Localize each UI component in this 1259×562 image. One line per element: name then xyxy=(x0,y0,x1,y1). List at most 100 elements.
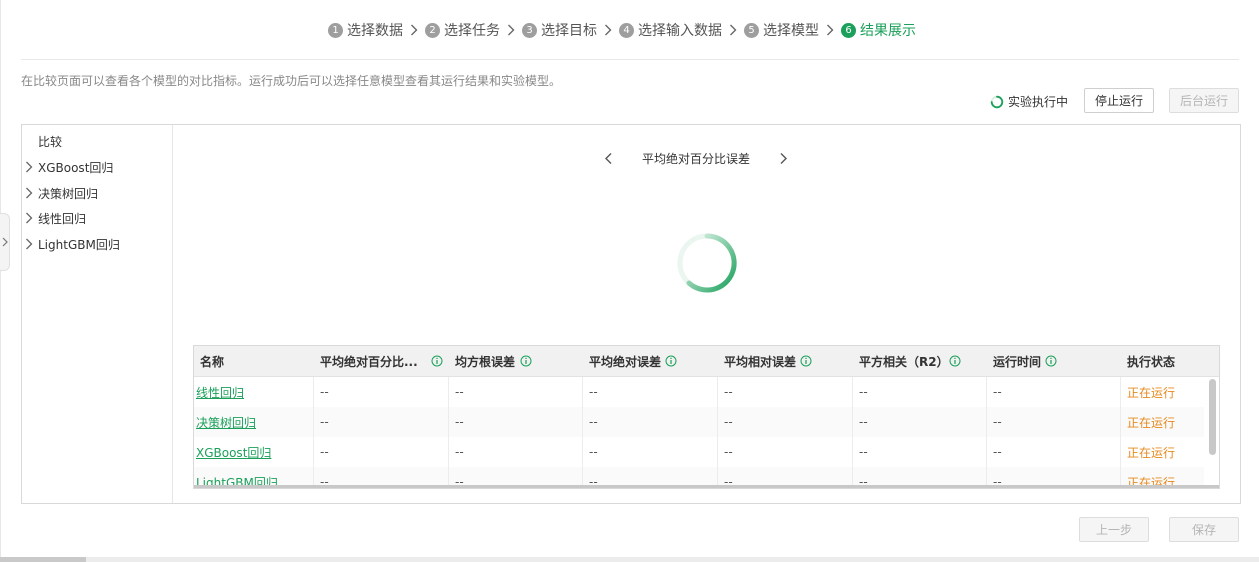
save-button[interactable]: 保存 xyxy=(1169,517,1239,542)
model-link-xgboost[interactable]: XGBoost回归 xyxy=(194,437,314,467)
chevron-right-icon[interactable] xyxy=(25,212,33,224)
chevron-right-icon[interactable] xyxy=(25,187,33,199)
table-cell: -- xyxy=(449,437,583,467)
column-label: 名称 xyxy=(200,355,225,369)
header-divider xyxy=(21,59,1239,60)
prev-step-button[interactable]: 上一步 xyxy=(1079,517,1149,542)
chevron-right-icon[interactable] xyxy=(779,152,788,165)
step-number: 5 xyxy=(744,22,759,38)
table-cell: -- xyxy=(718,407,853,437)
info-icon[interactable] xyxy=(1045,355,1057,367)
status-badge: 正在运行 xyxy=(1127,385,1176,400)
column-label: 平均绝对误差 xyxy=(589,355,662,369)
column-header-name[interactable]: 名称 xyxy=(194,346,314,377)
step-label: 选择输入数据 xyxy=(638,23,722,39)
info-icon[interactable] xyxy=(800,355,812,367)
chevron-right-icon xyxy=(2,237,8,247)
tree-item-label: 决策树回归 xyxy=(38,186,99,201)
step-label: 选择数据 xyxy=(347,23,403,39)
scrollbar-thumb[interactable] xyxy=(0,557,86,562)
step-number: 3 xyxy=(522,22,537,38)
table-cell: -- xyxy=(987,377,1121,407)
chevron-right-icon xyxy=(500,23,522,37)
table-cell: -- xyxy=(718,437,853,467)
page-hint: 在比较页面可以查看各个模型的对比指标。运行成功后可以选择任意模型查看其运行结果和… xyxy=(21,74,562,88)
step-select-input-data[interactable]: 4 选择输入数据 xyxy=(619,20,722,40)
chevron-right-icon[interactable] xyxy=(25,238,33,250)
table-cell: -- xyxy=(314,377,449,407)
table-cell: -- xyxy=(853,437,987,467)
step-number: 6 xyxy=(841,22,856,38)
background-run-button[interactable]: 后台运行 xyxy=(1169,88,1239,113)
info-icon[interactable] xyxy=(431,355,443,367)
step-number: 2 xyxy=(425,22,440,38)
step-number: 4 xyxy=(619,22,634,38)
status-badge: 正在运行 xyxy=(1127,415,1176,430)
tree-item-decision-tree[interactable]: 决策树回归 xyxy=(25,183,98,203)
run-status-label: 实验执行中 xyxy=(1008,95,1069,109)
tree-item-label: XGBoost回归 xyxy=(38,160,114,175)
column-header-rmse[interactable]: 均方根误差 xyxy=(449,346,583,377)
step-result-display[interactable]: 6 结果展示 xyxy=(841,20,916,40)
table-vertical-scrollbar[interactable] xyxy=(1209,379,1216,455)
page-horizontal-scrollbar[interactable] xyxy=(0,557,1259,562)
table-horizontal-scrollbar[interactable] xyxy=(194,485,1219,488)
table-cell: -- xyxy=(853,377,987,407)
chevron-right-icon xyxy=(722,23,744,37)
tree-item-lightgbm[interactable]: LightGBM回归 xyxy=(25,234,120,254)
info-icon[interactable] xyxy=(520,355,532,367)
step-select-model[interactable]: 5 选择模型 xyxy=(744,20,819,40)
wizard-steps: 1 选择数据 2 选择任务 3 选择目标 4 选择输入数据 5 选择模型 6 结果展示 xyxy=(328,19,916,41)
chart-loading-spinner-icon xyxy=(677,233,737,293)
table-cell: -- xyxy=(314,437,449,467)
tree-item-label: 线性回归 xyxy=(38,211,87,226)
table-row: 线性回归 -- -- -- -- -- -- 正在运行 xyxy=(194,377,1204,407)
metric-switcher: 平均绝对百分比误差 xyxy=(604,148,788,168)
tree-item-xgboost[interactable]: XGBoost回归 xyxy=(25,157,113,177)
table-cell: -- xyxy=(987,437,1121,467)
model-tree: 比较 XGBoost回归 决策树回归 线性回归 LightGBM回归 xyxy=(22,125,173,503)
table-cell: -- xyxy=(449,407,583,437)
step-select-data[interactable]: 1 选择数据 xyxy=(328,20,403,40)
table-cell: -- xyxy=(718,377,853,407)
step-label: 选择任务 xyxy=(444,23,500,39)
chevron-right-icon[interactable] xyxy=(25,161,33,173)
chevron-right-icon xyxy=(403,23,425,37)
stop-run-button[interactable]: 停止运行 xyxy=(1084,88,1154,113)
table-cell: -- xyxy=(314,407,449,437)
info-icon[interactable] xyxy=(949,355,961,367)
loading-spinner-icon xyxy=(990,95,1004,108)
table-cell: -- xyxy=(853,407,987,437)
table-cell: -- xyxy=(449,377,583,407)
step-label: 结果展示 xyxy=(860,23,916,39)
column-header-r2[interactable]: 平方相关（R2） xyxy=(853,346,987,377)
info-icon[interactable] xyxy=(665,355,677,367)
tree-item-linear[interactable]: 线性回归 xyxy=(25,208,86,228)
column-header-mape[interactable]: 平均绝对百分比... xyxy=(314,346,449,377)
step-number: 1 xyxy=(328,22,343,38)
column-header-mre[interactable]: 平均相对误差 xyxy=(718,346,853,377)
column-header-mae[interactable]: 平均绝对误差 xyxy=(583,346,718,377)
sidebar-toggle[interactable] xyxy=(0,213,10,271)
tree-root-compare[interactable]: 比较 xyxy=(38,133,62,150)
column-header-status[interactable]: 执行状态 xyxy=(1121,346,1219,377)
column-header-runtime[interactable]: 运行时间 xyxy=(987,346,1121,377)
table-body: 线性回归 -- -- -- -- -- -- 正在运行 决策树回归 -- -- … xyxy=(194,377,1204,488)
column-label: 运行时间 xyxy=(993,355,1042,369)
table-header: 名称 平均绝对百分比... 均方根误差 平均绝对误差 平均相对误差 平方相关（R… xyxy=(194,346,1219,377)
compare-table: 名称 平均绝对百分比... 均方根误差 平均绝对误差 平均相对误差 平方相关（R… xyxy=(193,345,1220,489)
model-link-decision-tree[interactable]: 决策树回归 xyxy=(194,407,314,437)
chevron-right-icon xyxy=(597,23,619,37)
table-cell: -- xyxy=(583,377,718,407)
step-select-target[interactable]: 3 选择目标 xyxy=(522,20,597,40)
column-label: 均方根误差 xyxy=(455,355,516,369)
chevron-left-icon[interactable] xyxy=(604,152,613,165)
table-row: XGBoost回归 -- -- -- -- -- -- 正在运行 xyxy=(194,437,1204,467)
column-label: 执行状态 xyxy=(1127,355,1176,369)
model-link-linear[interactable]: 线性回归 xyxy=(194,377,314,407)
step-select-task[interactable]: 2 选择任务 xyxy=(425,20,500,40)
step-label: 选择模型 xyxy=(763,23,819,39)
chevron-right-icon xyxy=(819,23,841,37)
run-status: 实验执行中 xyxy=(990,93,1068,110)
column-label: 平均绝对百分比... xyxy=(320,355,418,369)
